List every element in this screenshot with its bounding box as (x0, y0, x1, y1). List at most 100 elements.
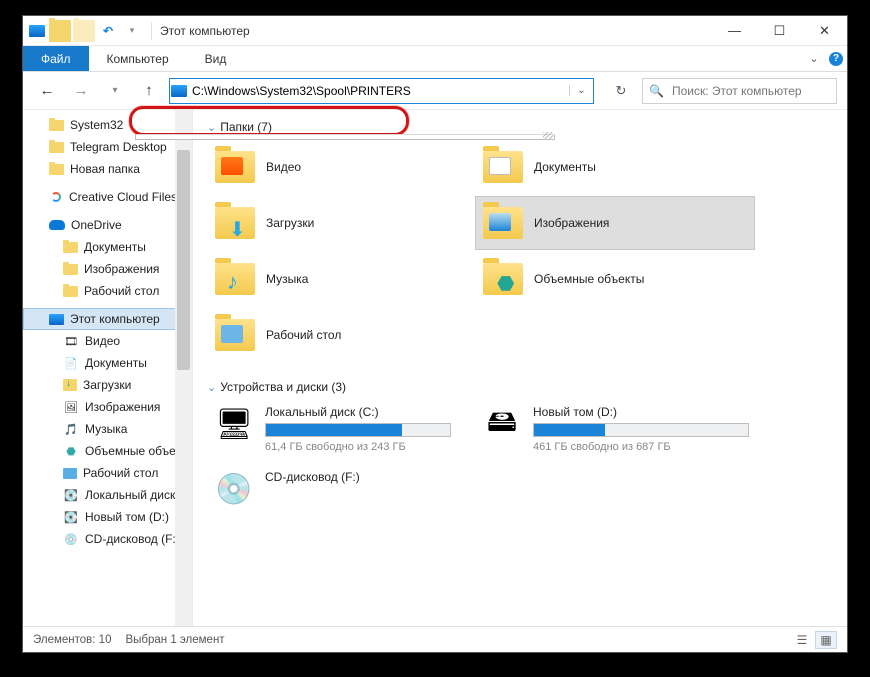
folder-icon (63, 242, 78, 253)
folder-icon (482, 258, 524, 300)
search-box[interactable]: 🔍 (642, 78, 837, 104)
tree-item[interactable]: Изображения (23, 258, 192, 280)
help-button[interactable]: ? (825, 46, 847, 71)
tree-item[interactable]: Изображения (23, 396, 192, 418)
tree-item[interactable]: Creative Cloud Files (23, 186, 192, 208)
group-folders-label: Папки (7) (220, 120, 272, 134)
status-bar: Элементов: 10 Выбран 1 элемент ☰ ▦ (23, 626, 847, 652)
tree-item[interactable]: System32 (23, 114, 192, 136)
view-tiles[interactable]: ▦ (815, 631, 837, 649)
tree-item[interactable]: Рабочий стол (23, 462, 192, 484)
address-bar[interactable]: ⌄ (169, 78, 594, 104)
tree-item-label: Документы (85, 356, 147, 370)
ribbon: Файл Компьютер Вид ⌄ ? (23, 46, 847, 72)
folder-label: Видео (266, 160, 301, 174)
group-header-folders[interactable]: ⌄ Папки (7) (207, 120, 847, 134)
tree-item[interactable]: Новый том (D:) (23, 506, 192, 528)
tree-item[interactable]: Рабочий стол (23, 280, 192, 302)
tree-item-label: CD-дисковод (F:) (85, 532, 180, 546)
doc-icon (63, 356, 79, 370)
tab-view[interactable]: Вид (187, 46, 245, 71)
tree-scrollbar[interactable] (175, 110, 192, 626)
tree-item-label: Локальный диск ( (85, 488, 183, 502)
search-input[interactable] (670, 83, 830, 99)
address-input[interactable] (192, 80, 569, 102)
3d-icon (63, 444, 79, 458)
close-button[interactable]: ✕ (802, 16, 847, 45)
drive-icon: 🖴 (481, 404, 523, 444)
status-count: Элементов: 10 (33, 634, 111, 646)
tree-item[interactable]: Новая папка (23, 158, 192, 180)
tree-item-label: Загрузки (83, 378, 131, 392)
ribbon-expand[interactable]: ⌄ (803, 46, 825, 71)
folder-item[interactable]: Документы (475, 140, 755, 194)
folder-item[interactable]: Загрузки (207, 196, 457, 250)
tree-item-label: Новый том (D:) (85, 510, 169, 524)
qat-dropdown[interactable]: ▾ (121, 20, 143, 42)
refresh-button[interactable]: ↻ (606, 78, 636, 104)
folder-item[interactable]: Изображения (475, 196, 755, 250)
group-header-drives[interactable]: ⌄ Устройства и диски (3) (207, 380, 847, 394)
tree-item-label: Этот компьютер (70, 312, 160, 326)
minimize-button[interactable]: — (712, 16, 757, 45)
folder-item[interactable]: Музыка (207, 252, 457, 306)
drive-capacity: 61,4 ГБ свободно из 243 ГБ (265, 441, 451, 453)
qat-new-folder[interactable] (73, 20, 95, 42)
folder-icon (49, 142, 64, 153)
drive-item[interactable]: 🖴Новый том (D:)461 ГБ свободно из 687 ГБ (475, 400, 755, 457)
folder-label: Музыка (266, 272, 308, 286)
folder-label: Загрузки (266, 216, 314, 230)
qat-undo[interactable]: ↶ (97, 20, 119, 42)
nav-tree[interactable]: System32 Telegram Desktop Новая папка Creat… (23, 110, 193, 626)
folder-item[interactable]: Объемные объекты (475, 252, 755, 306)
tree-item-label: System32 (70, 118, 123, 132)
tree-item[interactable]: CD-дисковод (F:) (23, 528, 192, 550)
tree-item[interactable]: Видео (23, 330, 192, 352)
tree-item[interactable]: Локальный диск ( (23, 484, 192, 506)
folder-icon (482, 146, 524, 188)
tree-item-label: Изображения (85, 400, 160, 414)
nav-up[interactable]: ↑ (135, 77, 163, 105)
maximize-button[interactable]: ☐ (757, 16, 802, 45)
tree-item-label: Creative Cloud Files (69, 190, 177, 204)
address-suggestions[interactable] (135, 134, 555, 140)
drive-name: Локальный диск (C:) (265, 405, 451, 419)
tree-item[interactable]: Документы (23, 236, 192, 258)
tree-item[interactable]: Документы (23, 352, 192, 374)
tree-item[interactable]: OneDrive (23, 214, 192, 236)
mus-icon (63, 422, 79, 436)
window-title: Этот компьютер (160, 24, 250, 38)
drive-icon: 🖥 (213, 404, 255, 444)
drive-item[interactable]: 💿CD-дисковод (F:) (207, 465, 457, 513)
folder-item[interactable]: Видео (207, 140, 457, 194)
drive-item[interactable]: 🖥 Локальный диск (C:) 61,4 ГБ свободно из … (207, 400, 457, 457)
chevron-down-icon: ⌄ (207, 121, 216, 134)
address-dropdown[interactable]: ⌄ (569, 85, 593, 96)
tree-item[interactable]: Объемные объек (23, 440, 192, 462)
dl-icon (63, 379, 77, 391)
monitor-icon (29, 25, 45, 37)
tree-item[interactable]: Этот компьютер (23, 308, 192, 330)
folder-label: Документы (534, 160, 596, 174)
drive-capacity: 461 ГБ свободно из 687 ГБ (533, 441, 749, 453)
qat-properties[interactable] (49, 20, 71, 42)
nav-back[interactable]: ← (33, 77, 61, 105)
tree-item[interactable]: Музыка (23, 418, 192, 440)
folder-label: Объемные объекты (534, 272, 644, 286)
folder-item[interactable]: Рабочий стол (207, 308, 457, 362)
tab-computer[interactable]: Компьютер (89, 46, 187, 71)
nav-forward[interactable]: → (67, 77, 95, 105)
status-selection: Выбран 1 элемент (125, 634, 224, 646)
view-details[interactable]: ☰ (791, 631, 813, 649)
tree-item[interactable]: Загрузки (23, 374, 192, 396)
chevron-down-icon: ⌄ (207, 381, 216, 394)
location-pc-icon (171, 85, 187, 97)
vid-icon (63, 334, 79, 348)
folder-icon (49, 120, 64, 131)
tree-item-label: Telegram Desktop (70, 140, 167, 154)
desk-icon (63, 468, 77, 479)
tab-file[interactable]: Файл (23, 46, 89, 71)
folder-icon (49, 164, 64, 175)
nav-recent[interactable]: ▾ (101, 77, 129, 105)
tree-item-label: Документы (84, 240, 146, 254)
